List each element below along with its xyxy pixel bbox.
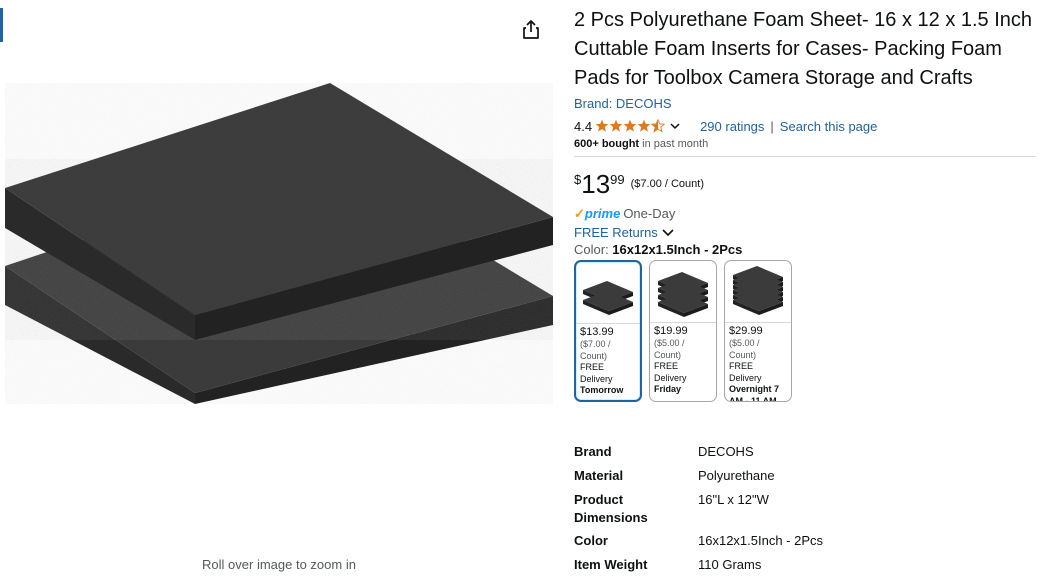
swatch-delivery-date: Overnight 7 AM - 11 AM <box>729 384 780 402</box>
price-symbol: $ <box>574 172 582 187</box>
color-swatch[interactable]: $19.99 ($5.00 / Count) FREE Delivery Friday <box>649 260 717 402</box>
star-icon <box>623 119 637 132</box>
half-star-icon <box>651 119 666 133</box>
swatch-unit-price: ($5.00 / Count) <box>729 338 760 360</box>
color-swatch[interactable]: $29.99 ($5.00 / Count) FREE Delivery Overni… <box>724 260 792 402</box>
color-label: Color: <box>574 242 613 257</box>
spec-key: Brand <box>574 444 612 459</box>
prime-badge: ✓ prime One-Day <box>574 205 1036 222</box>
swatch-unit-price: ($7.00 / Count) <box>580 339 611 361</box>
bought-period: in past month <box>639 138 709 150</box>
rating-stars[interactable] <box>595 119 666 133</box>
chevron-down-icon[interactable] <box>669 120 681 132</box>
swatch-price: $13.99 <box>580 326 614 338</box>
spec-row: Brand DECOHS <box>574 443 754 461</box>
free-returns-link[interactable]: FREE Returns <box>574 224 1036 241</box>
swatch-unit-price: ($5.00 / Count) <box>654 338 685 360</box>
color-swatch[interactable]: $13.99 ($7.00 / Count) FREE Delivery Tomorr… <box>574 260 642 402</box>
prime-check-icon: ✓ <box>574 205 585 221</box>
swatch-info: $29.99 ($5.00 / Count) FREE Delivery Overni… <box>725 323 791 402</box>
chevron-down-icon <box>662 228 674 236</box>
swatch-delivery-date: Tomorrow <box>580 385 624 395</box>
product-image-area: Roll over image to zoom in <box>0 0 560 583</box>
bought-badge: 600+ bought in past month <box>574 138 1036 150</box>
spec-row: Material Polyurethane <box>574 467 775 485</box>
swatch-delivery: FREE Delivery <box>654 361 687 383</box>
free-returns-label: FREE Returns <box>574 225 658 240</box>
search-page-link[interactable]: Search this page <box>780 119 878 134</box>
spec-value: 110 Grams <box>698 557 762 572</box>
divider <box>574 156 1036 157</box>
color-selection: Color: 16x12x1.5Inch - 2Pcs <box>574 242 1036 257</box>
swatch-delivery: FREE Delivery <box>729 361 762 383</box>
spec-row: Color 16x12x1.5Inch - 2Pcs <box>574 532 823 550</box>
spec-value: 16x12x1.5Inch - 2Pcs <box>698 533 824 548</box>
swatch-delivery-date: Friday <box>654 384 682 394</box>
price-per-unit: ($7.00 / Count) <box>630 178 704 190</box>
star-icon <box>595 119 609 132</box>
product-title: 2 Pcs Polyurethane Foam Sheet- 16 x 12 x… <box>574 9 1033 89</box>
spec-value: 16"L x 12"W <box>698 492 769 507</box>
color-swatches: $13.99 ($7.00 / Count) FREE Delivery Tomorr… <box>574 260 1036 402</box>
link-separator: | <box>770 118 774 134</box>
bought-count: 600+ bought <box>574 138 640 150</box>
spec-value: Polyurethane <box>698 468 775 483</box>
spec-row: Item Weight 110 Grams <box>574 556 761 574</box>
star-icon <box>609 119 623 132</box>
rating-value: 4.4 <box>574 118 593 134</box>
swatch-price: $29.99 <box>729 325 763 337</box>
star-icon <box>637 119 651 132</box>
ratings-count-link[interactable]: 290 ratings <box>700 119 764 134</box>
swatch-info: $19.99 ($5.00 / Count) FREE Delivery Friday <box>650 323 716 396</box>
product-details: 2 Pcs Polyurethane Foam Sheet- 16 x 12 x… <box>574 6 1036 402</box>
spec-key: Color <box>574 533 608 548</box>
swatch-price: $19.99 <box>654 325 688 337</box>
spec-key: Item Weight <box>574 557 648 572</box>
price-block: $ 13 99 ($7.00 / Count) <box>574 171 1036 199</box>
spec-key: Material <box>574 468 624 483</box>
swatch-image <box>650 261 716 323</box>
spec-key: Product Dimensions <box>574 492 648 525</box>
share-button[interactable] <box>519 18 543 42</box>
spec-row: Product Dimensions 16"L x 12"W <box>574 491 769 527</box>
prime-speed: One-Day <box>623 206 676 221</box>
swatch-delivery: FREE Delivery <box>580 362 613 384</box>
zoom-hint: Roll over image to zoom in <box>202 557 356 572</box>
price-fraction: 99 <box>610 172 625 187</box>
swatch-info: $13.99 ($7.00 / Count) FREE Delivery Tomorr… <box>576 324 640 397</box>
prime-logo: prime <box>584 206 621 221</box>
rating-row: 4.4 290 ratings | Search this page <box>574 117 1036 135</box>
color-selected-value: 16x12x1.5Inch - 2Pcs <box>612 242 743 257</box>
share-icon <box>523 20 539 39</box>
swatch-image <box>725 261 791 323</box>
spec-value: DECOHS <box>698 444 754 459</box>
brand-link[interactable]: Brand: DECOHS <box>574 96 672 111</box>
product-image[interactable] <box>0 75 560 410</box>
price-whole: 13 <box>581 169 611 199</box>
swatch-image <box>576 262 640 324</box>
